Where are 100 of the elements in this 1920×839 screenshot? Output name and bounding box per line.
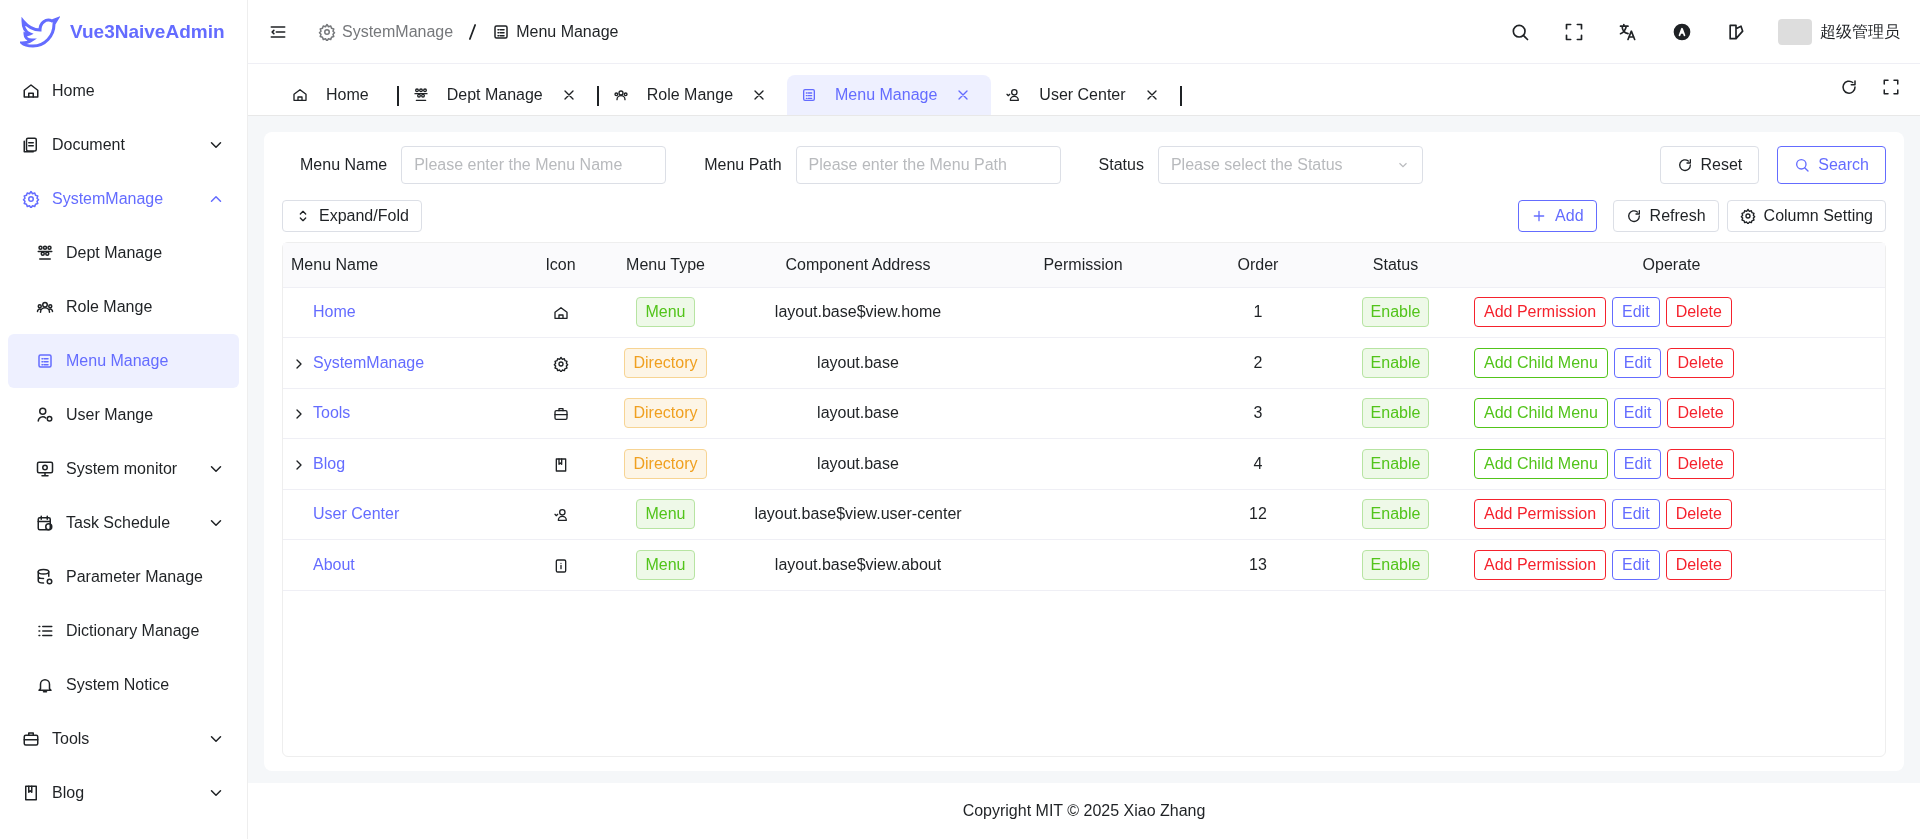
table-cell: layout.base — [817, 353, 899, 371]
search-icon — [1794, 157, 1811, 173]
menu-name-link[interactable]: About — [313, 555, 355, 573]
table-cell: 2 — [1253, 353, 1263, 371]
menu-name-link[interactable]: Tools — [313, 404, 351, 422]
sidebar-item[interactable]: Task Schedule — [8, 496, 239, 550]
table-cell: 13 — [1249, 555, 1267, 573]
action-button[interactable]: Reset — [1659, 146, 1760, 184]
menu-name-link[interactable]: Home — [313, 303, 356, 321]
column-header: Menu Type — [598, 243, 733, 287]
action-button[interactable]: Add — [1518, 200, 1597, 232]
action-button[interactable]: Search — [1777, 146, 1886, 184]
sidebar-item[interactable]: Dept Manage — [8, 226, 239, 280]
row-action-button[interactable]: Delete — [1667, 448, 1734, 479]
status-tag: Enable — [1361, 549, 1430, 580]
column-header: Operate — [1458, 243, 1885, 287]
menu-name-link[interactable]: Blog — [313, 454, 346, 472]
status-tag: Enable — [1361, 499, 1430, 530]
menu-name-link[interactable]: SystemManage — [313, 353, 425, 371]
field-label: Status — [1098, 155, 1144, 175]
table-cell: layout.base$view.user-center — [754, 505, 962, 523]
row-action-button[interactable]: Edit — [1612, 499, 1660, 530]
row-action-button[interactable]: Delete — [1665, 499, 1732, 530]
row-action-button[interactable]: Add Child Menu — [1474, 448, 1608, 479]
tab[interactable]: Role Mange — [598, 75, 788, 115]
field-label: Menu Path — [704, 155, 782, 175]
user-heart-icon — [552, 507, 569, 523]
tab[interactable]: Dept Manage — [398, 75, 597, 115]
gear-icon — [552, 355, 569, 372]
sidebar-item[interactable]: Home — [8, 64, 239, 118]
sidebar-item[interactable]: User Mange — [8, 388, 239, 442]
field-label: Menu Name — [300, 155, 388, 175]
sidebar-item[interactable]: Blog — [8, 766, 239, 820]
sidebar-item[interactable]: System monitor — [8, 442, 239, 496]
column-header: Status — [1333, 243, 1458, 287]
status-tag: Enable — [1361, 347, 1430, 378]
house-icon — [292, 87, 308, 103]
database-icon — [36, 568, 54, 586]
list-icon — [492, 22, 511, 41]
tab[interactable]: Home — [278, 75, 397, 115]
row-action-button[interactable]: Edit — [1613, 347, 1662, 378]
sidebar-item[interactable]: System Notice — [8, 658, 239, 712]
letter-a-circle-icon[interactable] — [1672, 21, 1692, 42]
row-action-button[interactable]: Edit — [1613, 398, 1662, 429]
row-action-button[interactable]: Add Permission — [1474, 297, 1607, 328]
user-heart-icon — [1005, 87, 1022, 103]
translate-icon[interactable] — [1618, 21, 1638, 42]
list-icon — [36, 352, 54, 370]
input-field[interactable]: Please enter the Menu Name — [401, 146, 667, 184]
menu-type-tag: Directory — [624, 347, 707, 378]
fullscreen-icon[interactable] — [1882, 77, 1900, 96]
sidebar-item[interactable]: Document — [8, 118, 239, 172]
people-grid-icon — [412, 87, 429, 103]
people-grid-icon — [36, 244, 54, 262]
user-gear-icon — [36, 406, 54, 424]
tab[interactable]: User Center — [991, 75, 1180, 115]
menu-type-tag: Directory — [624, 398, 707, 429]
sidebar-item[interactable]: Tools — [8, 712, 239, 766]
toolbox-icon — [552, 406, 569, 422]
slash-separator-icon — [469, 23, 477, 40]
breadcrumb-item[interactable]: Menu Manage — [516, 19, 619, 44]
row-action-button[interactable]: Delete — [1665, 549, 1732, 580]
status-tag: Enable — [1361, 297, 1430, 328]
refresh-icon[interactable] — [1840, 77, 1858, 96]
table-cell: 4 — [1253, 454, 1263, 472]
people-icon — [612, 87, 629, 103]
row-action-button[interactable]: Add Child Menu — [1474, 347, 1608, 378]
row-action-button[interactable]: Delete — [1665, 297, 1732, 328]
row-action-button[interactable]: Add Permission — [1474, 499, 1607, 530]
action-button[interactable]: Column Setting — [1726, 200, 1886, 232]
row-action-button[interactable]: Delete — [1667, 398, 1734, 429]
row-action-button[interactable]: Add Permission — [1474, 549, 1607, 580]
input-field[interactable]: Please enter the Menu Path — [795, 146, 1061, 184]
sidebar-item[interactable]: Menu Manage — [8, 334, 239, 388]
breadcrumb-item[interactable]: SystemManage — [342, 19, 454, 44]
row-action-button[interactable]: Edit — [1613, 448, 1662, 479]
bird-logo-icon — [20, 15, 60, 49]
gear-icon — [22, 190, 40, 208]
status-tag: Enable — [1361, 398, 1430, 429]
calendar-clock-icon — [36, 514, 54, 532]
action-button[interactable]: Refresh — [1612, 200, 1719, 232]
table-cell: 12 — [1249, 505, 1267, 523]
status-tag: Enable — [1361, 448, 1430, 479]
bell-icon — [36, 676, 54, 694]
row-action-button[interactable]: Edit — [1612, 549, 1660, 580]
menu-type-tag: Menu — [636, 549, 695, 580]
fullscreen-icon[interactable] — [1564, 21, 1584, 42]
sidebar-item[interactable]: SystemManage — [8, 172, 239, 226]
table-cell: layout.base — [817, 404, 899, 422]
user-name[interactable]: 超级管理员 — [1820, 19, 1900, 44]
column-header: Permission — [983, 243, 1183, 287]
tab[interactable]: Menu Manage — [787, 75, 992, 115]
row-action-button[interactable]: Edit — [1612, 297, 1660, 328]
row-action-button[interactable]: Add Child Menu — [1474, 398, 1608, 429]
sidebar-item[interactable]: Role Mange — [8, 280, 239, 334]
sidebar-item[interactable]: Dictionary Manage — [8, 604, 239, 658]
row-action-button[interactable]: Delete — [1667, 347, 1734, 378]
sidebar-item[interactable]: Parameter Manage — [8, 550, 239, 604]
menu-name-link[interactable]: User Center — [313, 505, 400, 523]
action-button[interactable]: Expand/Fold — [282, 200, 422, 232]
